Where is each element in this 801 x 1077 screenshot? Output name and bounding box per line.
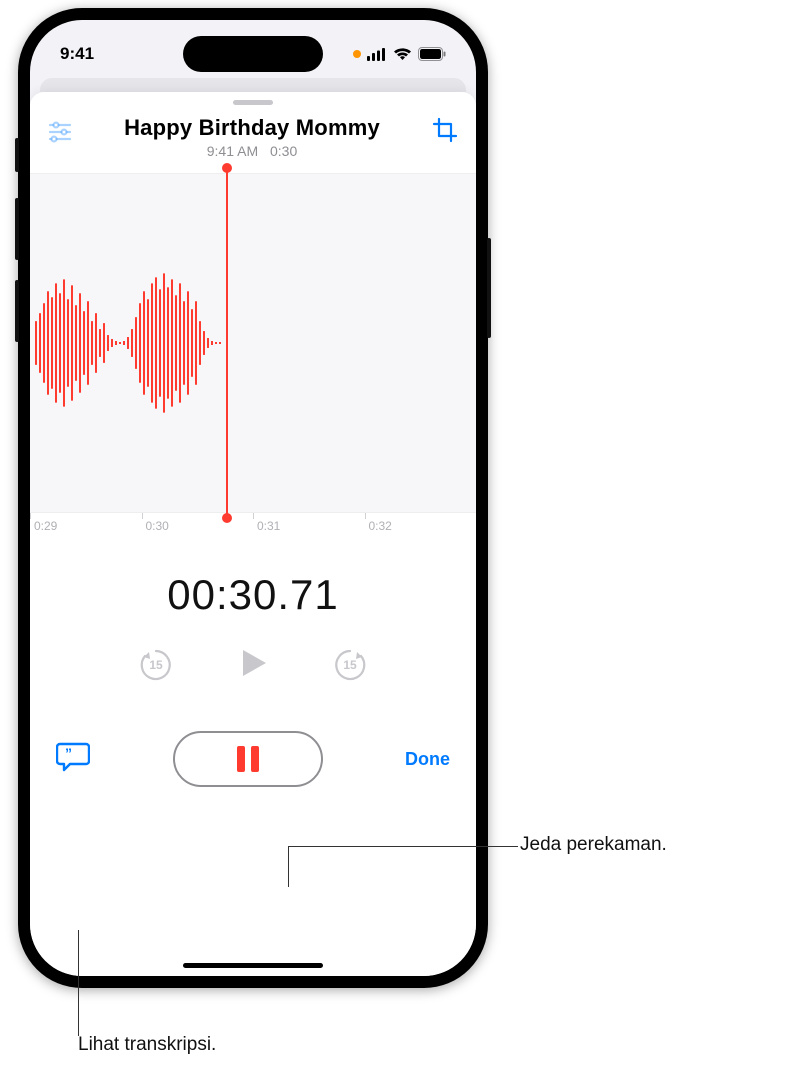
- callout-pause: Jeda perekaman.: [520, 834, 667, 856]
- ruler-tick: 0:29: [30, 519, 142, 549]
- wifi-icon: [393, 47, 412, 61]
- pause-icon: [237, 746, 259, 772]
- time-ruler: 0:29 0:30 0:31 0:32: [30, 513, 476, 549]
- silent-switch: [15, 138, 19, 172]
- dynamic-island: [183, 36, 323, 72]
- waveform-area[interactable]: [30, 173, 476, 513]
- elapsed-time: 00:30.71: [30, 571, 476, 619]
- background-card: [40, 78, 466, 92]
- recording-subtitle: 9:41 AM 0:30: [72, 143, 432, 159]
- recording-time: 9:41 AM: [207, 143, 258, 159]
- svg-text:”: ”: [65, 745, 72, 761]
- volume-up-button: [15, 198, 19, 260]
- recording-sheet: Happy Birthday Mommy 9:41 AM 0:30: [30, 92, 476, 976]
- skip-back-15-button[interactable]: 15: [136, 645, 176, 685]
- recording-title[interactable]: Happy Birthday Mommy: [72, 115, 432, 141]
- playhead[interactable]: [226, 168, 228, 518]
- battery-icon: [418, 47, 446, 61]
- done-button[interactable]: Done: [405, 749, 450, 770]
- skip-back-amount: 15: [136, 645, 176, 685]
- ruler-tick: 0:31: [253, 519, 365, 549]
- ruler-tick: 0:32: [365, 519, 477, 549]
- callout-transcript: Lihat transkripsi.: [78, 1034, 216, 1056]
- play-button[interactable]: [236, 646, 270, 685]
- side-button: [487, 238, 491, 338]
- trim-button[interactable]: [432, 117, 458, 148]
- screen: 9:41: [30, 20, 476, 976]
- iphone-frame: 9:41: [18, 8, 488, 988]
- ruler-tick: 0:30: [142, 519, 254, 549]
- sheet-grabber[interactable]: [233, 100, 273, 105]
- pause-recording-button[interactable]: [173, 731, 323, 787]
- skip-forward-amount: 15: [330, 645, 370, 685]
- mic-indicator-icon: [353, 50, 361, 58]
- home-indicator[interactable]: [183, 963, 323, 968]
- skip-forward-15-button[interactable]: 15: [330, 645, 370, 685]
- callout-leader: [78, 930, 79, 1036]
- cellular-signal-icon: [367, 48, 387, 61]
- waveform: [30, 174, 476, 512]
- status-time: 9:41: [60, 44, 94, 64]
- recording-duration: 0:30: [270, 143, 297, 159]
- volume-down-button: [15, 280, 19, 342]
- transcript-button[interactable]: ”: [56, 742, 90, 777]
- callout-leader: [288, 846, 518, 847]
- playback-options-button[interactable]: [48, 121, 72, 148]
